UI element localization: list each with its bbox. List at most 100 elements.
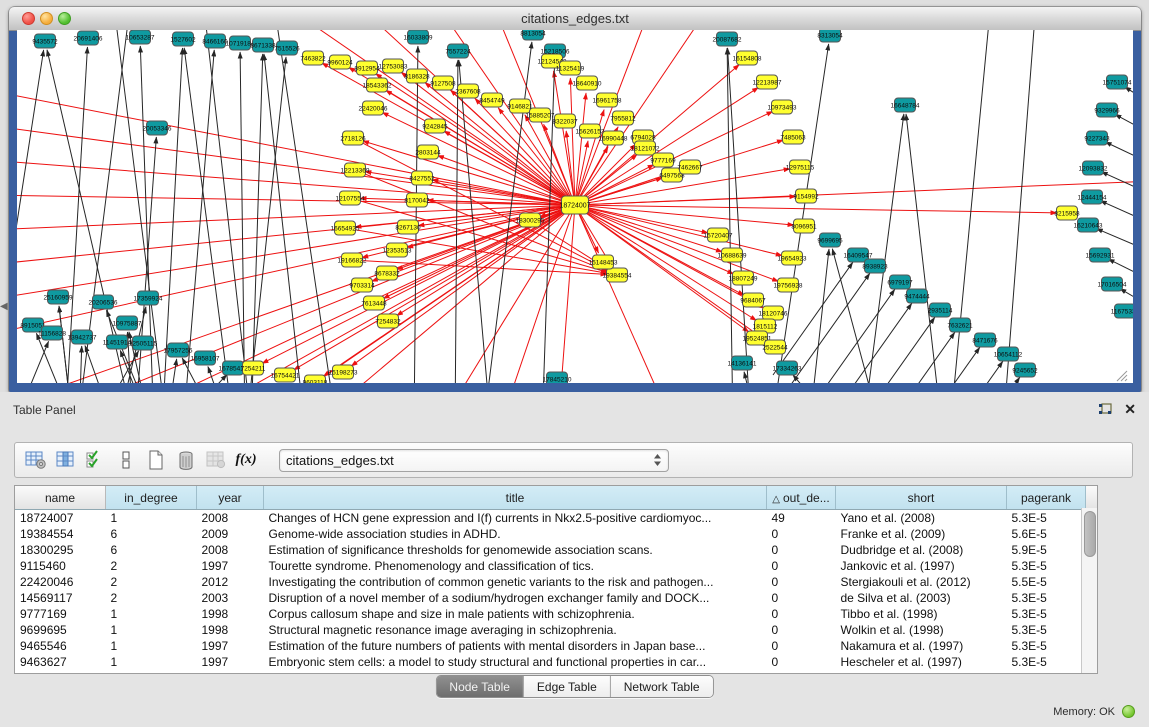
table-cell: 1 — [106, 638, 197, 654]
graph-node-label: 22420046 — [359, 105, 388, 112]
memory-status-icon — [1122, 705, 1135, 718]
node-table[interactable]: namein_degreeyeartitle△out_de...shortpag… — [14, 485, 1098, 674]
column-header-filler[interactable] — [1086, 486, 1099, 510]
table-cell: 9699695 — [15, 622, 106, 638]
graph-node-label: 11451914 — [103, 339, 132, 346]
table-row[interactable]: 1830029562008Estimation of significance … — [15, 542, 1098, 558]
graph-node-label: 8170042 — [404, 197, 430, 204]
graph-node-label: 7557224 — [445, 48, 471, 55]
table-cell: 0 — [767, 622, 836, 638]
tab-node-table[interactable]: Node Table — [436, 676, 524, 697]
table-cell: 9777169 — [15, 606, 106, 622]
graph-node-label: 12505115 — [129, 340, 158, 347]
column-header-out-de-[interactable]: △out_de... — [767, 486, 836, 510]
graph-node-label: 18543362 — [363, 82, 392, 89]
table-cell: 14569117 — [15, 590, 106, 606]
graph-node-label: 11156828 — [38, 330, 66, 337]
window-titlebar[interactable]: citations_edges.txt — [9, 7, 1141, 31]
table-cell: 2 — [106, 590, 197, 606]
network-view-window: citations_edges.txt 94355722069140610653… — [9, 7, 1141, 392]
graph-node-label: 18640910 — [573, 80, 602, 87]
graph-node-label: 16648784 — [891, 102, 920, 109]
new-table-icon[interactable] — [141, 446, 171, 474]
table-cell: 6 — [106, 526, 197, 542]
function-builder-icon[interactable]: f(x) — [231, 446, 261, 474]
table-cell: 1998 — [197, 622, 264, 638]
graph-node-label: 12213369 — [341, 167, 370, 174]
table-row[interactable]: 2242004622012Investigating the contribut… — [15, 574, 1098, 590]
select-all-icon[interactable] — [81, 446, 111, 474]
graph-node-label: 12444154 — [1078, 194, 1107, 201]
show-column-icon[interactable] — [51, 446, 81, 474]
column-header-short[interactable]: short — [836, 486, 1007, 510]
scrollbar-thumb[interactable] — [1084, 511, 1096, 557]
table-row[interactable]: 911546021997Tourette syndrome. Phenomeno… — [15, 558, 1098, 574]
table-cell: 9463627 — [15, 654, 106, 670]
column-header-pagerank[interactable]: pagerank — [1007, 486, 1086, 510]
graph-node-label: 9329966 — [1094, 107, 1120, 114]
graph-node-label: 8938923 — [862, 263, 888, 270]
delete-column-icon — [201, 446, 231, 474]
graph-node-label: 15885207 — [526, 112, 555, 119]
table-row[interactable]: 969969511998Structural magnetic resonanc… — [15, 622, 1098, 638]
table-cell: 0 — [767, 526, 836, 542]
table-row[interactable]: 946362711997Embryonic stem cells: a mode… — [15, 654, 1098, 670]
table-cell: Investigating the contribution of common… — [264, 574, 767, 590]
network-canvas-holder: 9435572206914061065328715276028466160107… — [17, 30, 1133, 383]
graph-node-label: 7515526 — [274, 45, 300, 52]
table-cell: 5.3E-5 — [1007, 590, 1086, 606]
graph-node-label: 8813054 — [520, 30, 546, 37]
graph-node-label: 18120746 — [759, 310, 788, 317]
table-cell: 49 — [767, 510, 836, 527]
row-selection-icon[interactable] — [111, 446, 141, 474]
graph-node-label: 12975115 — [786, 164, 815, 171]
table-cell: 5.5E-5 — [1007, 574, 1086, 590]
tab-network-table[interactable]: Network Table — [611, 676, 713, 697]
graph-node-label: 19756928 — [774, 282, 803, 289]
graph-node-label: 12107554 — [336, 195, 365, 202]
column-header-name[interactable]: name — [15, 486, 106, 510]
table-selector-dropdown[interactable]: citations_edges.txt — [279, 449, 669, 472]
graph-node-label: 18300295 — [516, 217, 545, 224]
graph-node-label: 8313054 — [817, 32, 843, 39]
table-row[interactable]: 977716911998Corpus callosum shape and si… — [15, 606, 1098, 622]
graph-node-label: 17957255 — [164, 347, 193, 354]
delete-table-icon[interactable] — [171, 446, 201, 474]
graph-node-label: 2718126 — [340, 135, 366, 142]
graph-node-label: 9146821 — [507, 103, 533, 110]
table-cell: 2008 — [197, 510, 264, 527]
graph-node-label: 8322037 — [552, 118, 578, 125]
table-cell: 5.9E-5 — [1007, 542, 1086, 558]
graph-node-label: 9245652 — [1012, 367, 1038, 374]
table-row[interactable]: 946554611997Estimation of the future num… — [15, 638, 1098, 654]
table-panel: Table Panel ✕ — [0, 392, 1149, 727]
table-cell: 5.3E-5 — [1007, 638, 1086, 654]
table-header[interactable]: namein_degreeyeartitle△out_de...shortpag… — [15, 486, 1098, 510]
close-panel-icon[interactable]: ✕ — [1124, 401, 1136, 418]
graph-node-label: 7955812 — [610, 115, 636, 122]
graph-node-label: 9227343 — [1084, 135, 1110, 142]
table-row[interactable]: 1938455462009Genome-wide association stu… — [15, 526, 1098, 542]
graph-node-label: 19384554 — [603, 272, 632, 279]
table-row[interactable]: 1456911722003Disruption of a novel membe… — [15, 590, 1098, 606]
column-header-title[interactable]: title — [264, 486, 767, 510]
table-cell: 0 — [767, 606, 836, 622]
graph-node-label: 16409547 — [844, 252, 873, 259]
column-header-in-degree[interactable]: in_degree — [106, 486, 197, 510]
graph-node-label: 11675338 — [1111, 308, 1133, 315]
network-canvas[interactable]: 9435572206914061065328715276028466160107… — [17, 30, 1133, 383]
float-panel-icon[interactable] — [1097, 402, 1113, 418]
graph-node-label: 1815112 — [753, 323, 778, 330]
collapse-panel-arrow-icon[interactable]: ◀ — [0, 301, 8, 312]
table-cell: 1997 — [197, 558, 264, 574]
graph-node-label: 9242845 — [422, 123, 448, 130]
table-mode-icon[interactable] — [21, 446, 51, 474]
table-row[interactable]: 1872400712008Changes of HCN gene express… — [15, 510, 1098, 527]
graph-node-label: 7613448 — [361, 300, 387, 307]
tab-edge-table[interactable]: Edge Table — [524, 676, 611, 697]
graph-node-label: 16754421 — [271, 372, 300, 379]
memory-status-label: Memory: OK — [1053, 706, 1115, 718]
column-header-year[interactable]: year — [197, 486, 264, 510]
vertical-scrollbar[interactable] — [1081, 508, 1097, 673]
graph-node-label: 18807249 — [729, 275, 758, 282]
